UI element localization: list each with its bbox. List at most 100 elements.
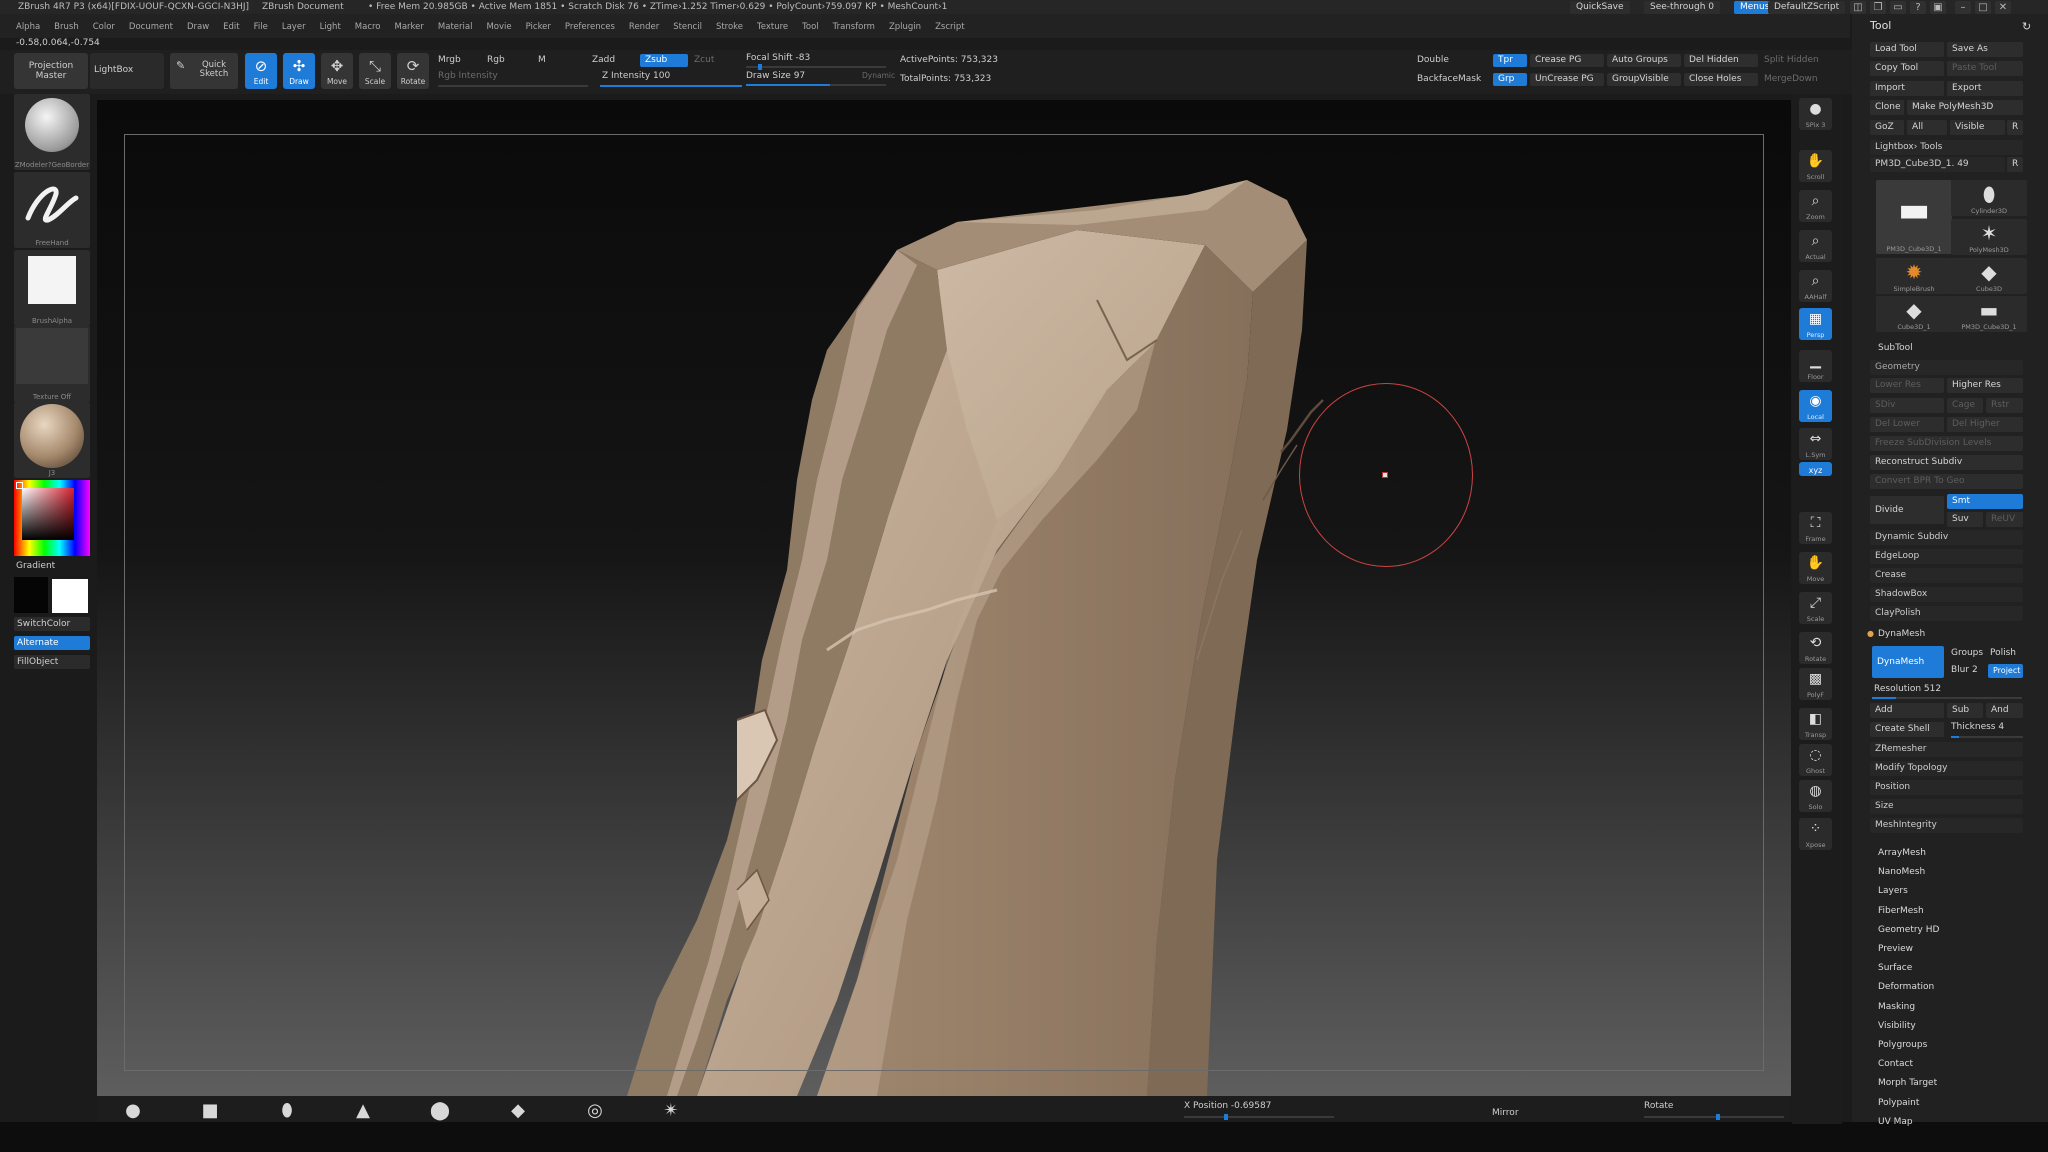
blob-brush-icon[interactable]: ⬮ xyxy=(272,1100,302,1122)
subpalette-geometry-hd[interactable]: Geometry HD xyxy=(1878,925,1939,935)
crease-pg-button[interactable]: Crease PG xyxy=(1530,54,1604,67)
grp-toggle[interactable]: Grp xyxy=(1493,73,1527,86)
mirror-button[interactable]: Mirror xyxy=(1492,1108,1519,1118)
move-button[interactable]: ✥ Move xyxy=(321,53,353,89)
split-hidden-button[interactable]: Split Hidden xyxy=(1764,55,1819,65)
menu-light[interactable]: Light xyxy=(320,22,341,32)
lightbox-button[interactable]: LightBox xyxy=(90,53,164,89)
subtool-section[interactable]: SubTool xyxy=(1878,343,1913,353)
zadd-toggle[interactable]: Zadd xyxy=(592,55,615,65)
view-actual-button[interactable]: ⌕ Actual xyxy=(1799,230,1832,262)
focal-shift-knob[interactable] xyxy=(757,64,762,70)
view-ghost-button[interactable]: ◌ Ghost xyxy=(1799,744,1832,776)
alpha-picker[interactable]: BrushAlpha xyxy=(14,250,90,326)
paste-tool-button[interactable]: Paste Tool xyxy=(1947,61,2023,76)
help-icon[interactable]: ? xyxy=(1910,1,1926,14)
higher-res-button[interactable]: Higher Res xyxy=(1947,378,2023,393)
rstr-button[interactable]: Rstr xyxy=(1986,398,2023,413)
crease-section[interactable]: Crease xyxy=(1870,568,2023,583)
reconstruct-subdiv-button[interactable]: Reconstruct Subdiv xyxy=(1870,455,2023,470)
layout-icon[interactable]: ◫ xyxy=(1850,1,1866,14)
menu-preferences[interactable]: Preferences xyxy=(565,22,615,32)
menu-movie[interactable]: Movie xyxy=(486,22,511,32)
palette-popout-icon[interactable]: ↻ xyxy=(2022,20,2031,33)
sphere-brush-icon[interactable]: ● xyxy=(118,1100,148,1122)
alternate-toggle[interactable]: Alternate xyxy=(14,636,90,650)
zremesher-section[interactable]: ZRemesher xyxy=(1870,742,2023,757)
draw-size-slider[interactable]: Draw Size 97 xyxy=(746,71,805,81)
tool-tile-polymesh3d[interactable]: ✶ PolyMesh3D xyxy=(1951,219,2027,255)
minimize-icon[interactable]: – xyxy=(1955,1,1971,14)
subpalette-masking[interactable]: Masking xyxy=(1878,1002,1915,1012)
subpalette-fibermesh[interactable]: FiberMesh xyxy=(1878,906,1924,916)
gradient-label[interactable]: Gradient xyxy=(16,561,55,571)
sdiv-slider[interactable]: SDiv xyxy=(1870,398,1944,413)
dynamesh-section[interactable]: DynaMesh xyxy=(1878,629,1925,639)
brush-picker[interactable]: ZModeler?GeoBorder xyxy=(14,94,90,170)
maximize-icon[interactable]: □ xyxy=(1975,1,1991,14)
subpalette-uv-map[interactable]: UV Map xyxy=(1878,1117,1913,1127)
del-higher-button[interactable]: Del Higher xyxy=(1947,417,2023,432)
polish-toggle[interactable]: Polish xyxy=(1990,648,2016,658)
reuv-toggle[interactable]: ReUV xyxy=(1986,512,2023,527)
freeze-subdiv-button[interactable]: Freeze SubDivision Levels xyxy=(1870,436,2023,451)
rgb-intensity-track[interactable] xyxy=(438,85,588,87)
tool-tile-pm3d-cube3d-1[interactable]: ▬ PM3D_Cube3D_1 xyxy=(1951,296,2027,332)
subpalette-deformation[interactable]: Deformation xyxy=(1878,982,1934,992)
double-toggle[interactable]: Double xyxy=(1417,55,1449,65)
add-button[interactable]: Add xyxy=(1870,703,1944,718)
view-polyf-button[interactable]: ▩ PolyF xyxy=(1799,668,1832,700)
subpalette-polygroups[interactable]: Polygroups xyxy=(1878,1040,1927,1050)
z-intensity-slider[interactable]: Z Intensity 100 xyxy=(602,71,670,81)
save-as-button[interactable]: Save As xyxy=(1947,42,2023,57)
rgb-toggle[interactable]: Rgb xyxy=(487,55,505,65)
view-rotate-button[interactable]: ⟲ Rotate xyxy=(1799,632,1832,664)
view-transp-button[interactable]: ◧ Transp xyxy=(1799,708,1832,740)
load-tool-button[interactable]: Load Tool xyxy=(1870,42,1944,57)
view-solo-button[interactable]: ◍ Solo xyxy=(1799,780,1832,812)
cage-button[interactable]: Cage xyxy=(1947,398,1983,413)
zcut-toggle[interactable]: Zcut xyxy=(694,55,714,65)
rotate-knob[interactable] xyxy=(1716,1114,1720,1120)
position-section[interactable]: Position xyxy=(1870,780,2023,795)
subpalette-layers[interactable]: Layers xyxy=(1878,886,1908,896)
view-zoom-button[interactable]: ⌕ Zoom xyxy=(1799,190,1832,222)
menu-marker[interactable]: Marker xyxy=(395,22,424,32)
round-brush-icon[interactable]: ⬤ xyxy=(425,1100,455,1122)
meshintegrity-section[interactable]: MeshIntegrity xyxy=(1870,818,2023,833)
layout-2-icon[interactable]: ▭ xyxy=(1890,1,1906,14)
view-persp-button[interactable]: ▦ Persp xyxy=(1799,308,1832,340)
tool-tile-cylinder3d[interactable]: ⬮ Cylinder3D xyxy=(1951,180,2027,216)
spiral-brush-icon[interactable]: ◎ xyxy=(580,1100,610,1122)
thickness-slider[interactable]: Thickness 4 xyxy=(1951,722,2004,732)
goz-r-button[interactable]: R xyxy=(2007,120,2023,135)
modify-topology-section[interactable]: Modify Topology xyxy=(1870,761,2023,776)
size-section[interactable]: Size xyxy=(1870,799,2023,814)
rotate-track[interactable] xyxy=(1644,1114,1784,1120)
subpalette-arraymesh[interactable]: ArrayMesh xyxy=(1878,848,1926,858)
quicksave-button[interactable]: QuickSave xyxy=(1570,1,1630,14)
menu-color[interactable]: Color xyxy=(93,22,115,32)
current-tool-slider[interactable]: PM3D_Cube3D_1. 49 xyxy=(1870,157,2005,172)
texture-picker[interactable]: Texture Off xyxy=(14,326,90,402)
view-scroll-button[interactable]: ✋ Scroll xyxy=(1799,150,1832,182)
menu-layer[interactable]: Layer xyxy=(282,22,306,32)
uncrease-pg-button[interactable]: UnCrease PG xyxy=(1530,73,1604,86)
fill-object-button[interactable]: FillObject xyxy=(14,655,90,669)
subpalette-nanomesh[interactable]: NanoMesh xyxy=(1878,867,1925,877)
resolution-slider[interactable]: Resolution 512 xyxy=(1874,684,1941,694)
view-spix-3-button[interactable]: ● SPix 3 xyxy=(1799,98,1832,130)
suv-toggle[interactable]: Suv xyxy=(1947,512,1983,527)
mrgb-toggle[interactable]: Mrgb xyxy=(438,55,461,65)
menu-transform[interactable]: Transform xyxy=(833,22,875,32)
focal-shift-track[interactable] xyxy=(746,64,886,70)
claypolish-section[interactable]: ClayPolish xyxy=(1870,606,2023,621)
x-position-slider[interactable]: X Position -0.69587 xyxy=(1184,1101,1271,1111)
group-visible-button[interactable]: GroupVisible xyxy=(1607,73,1681,86)
dynamic-toggle[interactable]: Dynamic xyxy=(862,71,895,80)
lightbox-tools-button[interactable]: Lightbox› Tools xyxy=(1870,140,2023,155)
edgeloop-section[interactable]: EdgeLoop xyxy=(1870,549,2023,564)
create-shell-button[interactable]: Create Shell xyxy=(1870,722,1944,737)
backface-mask-toggle[interactable]: BackfaceMask xyxy=(1417,74,1481,84)
material-picker[interactable]: J3 xyxy=(14,402,90,478)
